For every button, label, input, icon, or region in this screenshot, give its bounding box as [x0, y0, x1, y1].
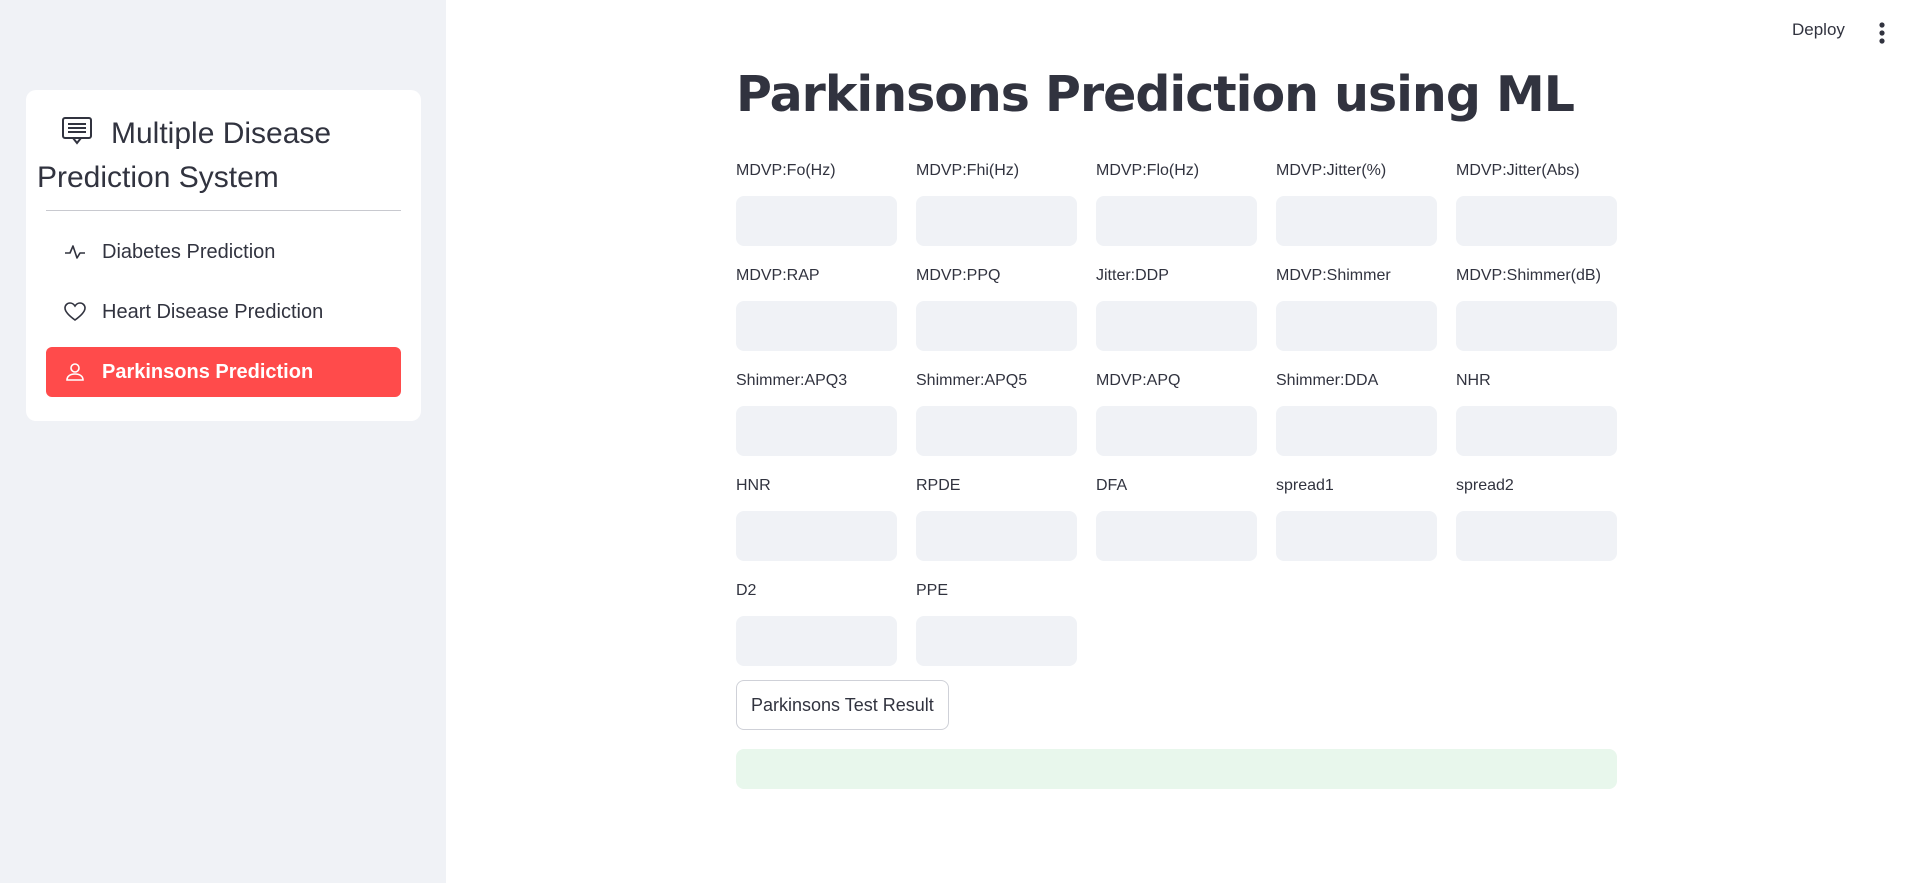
person-icon	[64, 361, 86, 383]
field-label: NHR	[1456, 372, 1491, 389]
menu-header: Multiple Disease Prediction System	[37, 112, 401, 200]
field-input-mdvp-fhi-hz[interactable]	[916, 196, 1077, 246]
field-label: MDVP:Jitter(Abs)	[1456, 162, 1580, 179]
sidebar-item-label: Heart Disease Prediction	[102, 300, 324, 323]
menu-divider	[46, 210, 401, 211]
field-input-mdvp-apq[interactable]	[1096, 406, 1257, 456]
field-input-mdvp-fo-hz[interactable]	[736, 196, 897, 246]
field-label: spread1	[1276, 477, 1334, 494]
field-mdvp-shimmer-db: MDVP:Shimmer(dB)	[1456, 265, 1617, 351]
field-input-shimmer-apq3[interactable]	[736, 406, 897, 456]
field-label: MDVP:Jitter(%)	[1276, 162, 1387, 179]
field-dfa: DFA	[1096, 475, 1257, 561]
field-label: RPDE	[916, 477, 961, 494]
field-label: MDVP:Fhi(Hz)	[916, 162, 1020, 179]
sidebar-item-label: Diabetes Prediction	[102, 240, 276, 263]
field-label: D2	[736, 582, 757, 599]
menu-title-line1: Multiple Disease	[111, 117, 332, 150]
field-ppe: PPE	[916, 580, 1077, 666]
field-mdvp-rap: MDVP:RAP	[736, 265, 897, 351]
field-label: MDVP:Shimmer(dB)	[1456, 267, 1601, 284]
field-label: HNR	[736, 477, 771, 494]
field-spread1: spread1	[1276, 475, 1437, 561]
field-input-ppe[interactable]	[916, 616, 1077, 666]
result-success-box	[736, 749, 1617, 789]
field-label: PPE	[916, 582, 949, 599]
field-label: MDVP:RAP	[736, 267, 820, 284]
field-mdvp-jitter-abs: MDVP:Jitter(Abs)	[1456, 160, 1617, 246]
heart-icon	[64, 301, 86, 323]
field-rpde: RPDE	[916, 475, 1077, 561]
field-nhr: NHR	[1456, 370, 1617, 456]
field-label: MDVP:Flo(Hz)	[1096, 162, 1200, 179]
field-shimmer-apq3: Shimmer:APQ3	[736, 370, 897, 456]
field-mdvp-fo-hz: MDVP:Fo(Hz)	[736, 160, 897, 246]
field-label: DFA	[1096, 477, 1128, 494]
sidebar-item-diabetes[interactable]: Diabetes Prediction	[46, 227, 401, 277]
field-shimmer-apq5: Shimmer:APQ5	[916, 370, 1077, 456]
field-mdvp-fhi-hz: MDVP:Fhi(Hz)	[916, 160, 1077, 246]
field-mdvp-flo-hz: MDVP:Flo(Hz)	[1096, 160, 1257, 246]
field-input-jitter-ddp[interactable]	[1096, 301, 1257, 351]
field-label: Shimmer:DDA	[1276, 372, 1379, 389]
field-input-spread1[interactable]	[1276, 511, 1437, 561]
field-mdvp-ppq: MDVP:PPQ	[916, 265, 1077, 351]
field-input-mdvp-shimmer-db[interactable]	[1456, 301, 1617, 351]
deploy-button[interactable]: Deploy	[1792, 20, 1845, 40]
sidebar: Multiple Disease Prediction System Diabe…	[0, 0, 446, 883]
field-input-mdvp-ppq[interactable]	[916, 301, 1077, 351]
field-label: Shimmer:APQ5	[916, 372, 1028, 389]
sidebar-item-parkinsons[interactable]: Parkinsons Prediction	[46, 347, 401, 397]
field-mdvp-jitter: MDVP:Jitter(%)	[1276, 160, 1437, 246]
field-mdvp-shimmer: MDVP:Shimmer	[1276, 265, 1437, 351]
activity-icon	[64, 241, 86, 263]
field-input-mdvp-jitter[interactable]	[1276, 196, 1437, 246]
sidebar-item-label: Parkinsons Prediction	[102, 360, 314, 383]
field-mdvp-apq: MDVP:APQ	[1096, 370, 1257, 456]
newspaper-icon	[61, 115, 93, 145]
field-input-mdvp-shimmer[interactable]	[1276, 301, 1437, 351]
field-label: spread2	[1456, 477, 1514, 494]
field-shimmer-dda: Shimmer:DDA	[1276, 370, 1437, 456]
field-label: MDVP:Shimmer	[1276, 267, 1391, 284]
field-jitter-ddp: Jitter:DDP	[1096, 265, 1257, 351]
page-title: Parkinsons Prediction using ML	[736, 66, 1575, 123]
sidebar-item-heart-disease[interactable]: Heart Disease Prediction	[46, 287, 401, 337]
field-input-d2[interactable]	[736, 616, 897, 666]
field-label: MDVP:PPQ	[916, 267, 1001, 284]
kebab-menu-icon[interactable]	[1872, 20, 1892, 46]
field-input-spread2[interactable]	[1456, 511, 1617, 561]
parkinsons-test-result-button[interactable]: Parkinsons Test Result	[736, 680, 949, 730]
menu-title-line2: Prediction System	[37, 161, 279, 194]
option-menu: Multiple Disease Prediction System Diabe…	[26, 90, 421, 421]
field-label: MDVP:APQ	[1096, 372, 1181, 389]
field-input-mdvp-rap[interactable]	[736, 301, 897, 351]
field-input-nhr[interactable]	[1456, 406, 1617, 456]
field-input-shimmer-apq5[interactable]	[916, 406, 1077, 456]
field-label: MDVP:Fo(Hz)	[736, 162, 836, 179]
field-d2: D2	[736, 580, 897, 666]
field-hnr: HNR	[736, 475, 897, 561]
field-input-hnr[interactable]	[736, 511, 897, 561]
field-label: Shimmer:APQ3	[736, 372, 848, 389]
field-input-mdvp-jitter-abs[interactable]	[1456, 196, 1617, 246]
field-input-dfa[interactable]	[1096, 511, 1257, 561]
field-label: Jitter:DDP	[1096, 267, 1169, 284]
field-input-mdvp-flo-hz[interactable]	[1096, 196, 1257, 246]
field-input-shimmer-dda[interactable]	[1276, 406, 1437, 456]
field-spread2: spread2	[1456, 475, 1617, 561]
field-input-rpde[interactable]	[916, 511, 1077, 561]
